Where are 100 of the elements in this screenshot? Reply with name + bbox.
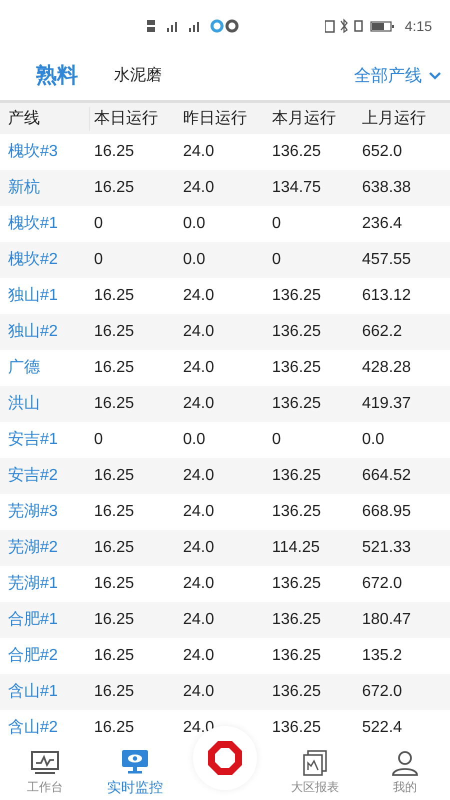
column-header: 产线 <box>0 106 90 130</box>
table-cell-text: 16.25 <box>93 322 136 342</box>
table-cell-text: 0 <box>271 214 282 234</box>
table-cell-text: 0.0 <box>182 214 206 234</box>
table-cell-text: 428.28 <box>361 358 412 378</box>
table-cell-text: 522.4 <box>361 718 404 738</box>
line-name-link[interactable]: 槐坎#2 <box>0 248 90 272</box>
table-cell-text: 24.0 <box>182 322 216 342</box>
table-cell-text: 16.25 <box>93 142 136 162</box>
table-cell-text: 613.12 <box>361 286 412 306</box>
line-name-link[interactable]: 独山#2 <box>0 320 90 344</box>
line-name-link[interactable]: 芜湖#2 <box>0 536 90 560</box>
table-cell-text: 24.0 <box>182 178 216 198</box>
table-cell-text: 16.25 <box>93 394 136 414</box>
table-cell-text: 136.25 <box>271 286 322 306</box>
table-cell-text: 672.0 <box>361 574 404 594</box>
table-cell-text: 114.25 <box>271 538 321 558</box>
table-cell-text: 0 <box>271 430 282 450</box>
line-name-link[interactable]: 槐坎#3 <box>0 140 90 164</box>
table-cell-text: 24.0 <box>182 286 216 306</box>
chevron-down-icon <box>428 71 442 81</box>
table-cell-text: 24.0 <box>182 646 216 666</box>
line-name-link[interactable]: 槐坎#1 <box>0 212 90 236</box>
table-cell-text: 0 <box>93 430 104 450</box>
monitor-chart-icon <box>30 750 60 776</box>
table-cell-text: 16.25 <box>93 574 136 594</box>
table-cell-text: 136.25 <box>271 574 322 594</box>
table-cell-text: 672.0 <box>361 682 404 702</box>
column-header: 本月运行 <box>271 108 337 128</box>
table-cell-text: 0 <box>93 214 104 234</box>
table-cell-text: 16.25 <box>93 466 136 486</box>
table-cell-text: 0 <box>93 250 104 270</box>
line-name-link[interactable]: 合肥#2 <box>0 644 90 668</box>
report-chart-icon <box>302 750 328 776</box>
table-cell-text: 16.25 <box>93 502 136 522</box>
category-tab[interactable]: 熟料 <box>36 60 78 92</box>
table-cell-text: 0 <box>271 250 282 270</box>
table-cell-text: 457.55 <box>361 250 412 270</box>
table-cell-text: 136.25 <box>271 610 322 630</box>
table-cell-text: 419.37 <box>361 394 412 414</box>
table-cell-text: 16.25 <box>93 646 136 666</box>
table-cell-text: 638.38 <box>361 178 412 198</box>
table-cell-text: 16.25 <box>93 718 136 738</box>
table-cell-text: 136.25 <box>271 142 322 162</box>
line-name-link[interactable]: 含山#2 <box>0 716 90 740</box>
line-name-link[interactable]: 含山#1 <box>0 680 90 704</box>
nav-tab[interactable]: 大区报表 <box>270 750 360 796</box>
line-name-link[interactable]: 安吉#2 <box>0 464 90 488</box>
octagon-logo-icon <box>207 740 243 776</box>
table-cell-text: 24.0 <box>182 574 216 594</box>
table-cell-text: 135.2 <box>361 646 404 666</box>
table-cell-text: 136.25 <box>271 682 322 702</box>
line-name-link[interactable]: 广德 <box>0 356 90 380</box>
table-cell-text: 521.33 <box>361 538 412 558</box>
signal-icon <box>188 22 199 32</box>
signal-icon <box>166 22 177 32</box>
column-header: 本日运行 <box>93 108 159 128</box>
nav-tab[interactable]: 实时监控 <box>90 748 180 798</box>
table-cell-text: 16.25 <box>93 682 136 702</box>
table-cell-text: 136.25 <box>271 322 322 342</box>
line-filter-dropdown[interactable]: 全部产线 <box>354 63 442 89</box>
user-icon <box>391 750 419 776</box>
app-ring-icon <box>210 20 224 32</box>
category-tab[interactable]: 水泥磨 <box>114 64 162 88</box>
table-cell-text: 136.25 <box>271 718 322 738</box>
nav-tab[interactable]: 我的 <box>360 750 450 796</box>
table-cell-text: 662.2 <box>361 322 404 342</box>
table-cell-text: 236.4 <box>361 214 404 234</box>
line-name-link[interactable]: 安吉#1 <box>0 428 90 452</box>
table-cell-text: 16.25 <box>93 610 136 630</box>
column-header: 上月运行 <box>361 108 427 128</box>
table-cell-text: 24.0 <box>182 502 216 522</box>
table-cell-text: 136.25 <box>271 358 322 378</box>
table-cell-text: 24.0 <box>182 682 216 702</box>
table-cell-text: 24.0 <box>182 358 216 378</box>
table-cell-text: 24.0 <box>182 610 216 630</box>
table-cell-text: 0.0 <box>182 430 206 450</box>
table-cell-text: 16.25 <box>93 286 136 306</box>
column-header: 昨日运行 <box>182 108 248 128</box>
table-cell-text: 180.47 <box>361 610 412 630</box>
line-name-link[interactable]: 新杭 <box>0 176 90 200</box>
line-name-link[interactable]: 芜湖#1 <box>0 572 90 596</box>
battery-icon <box>370 21 394 32</box>
bluetooth-icon <box>340 18 348 34</box>
line-name-link[interactable]: 合肥#1 <box>0 608 90 632</box>
table-cell-text: 0.0 <box>182 250 206 270</box>
table-cell-text: 136.25 <box>271 394 322 414</box>
table-cell-text: 24.0 <box>182 466 216 486</box>
nav-tab[interactable]: 工作台 <box>0 750 90 796</box>
eye-monitor-icon <box>121 748 149 774</box>
table-cell-text: 16.25 <box>93 178 136 198</box>
table-cell-text: 668.95 <box>361 502 412 522</box>
table-cell-text: 134.75 <box>271 178 322 198</box>
table-cell-text: 664.52 <box>361 466 412 486</box>
table-cell-text: 652.0 <box>361 142 404 162</box>
line-name-link[interactable]: 独山#1 <box>0 284 90 308</box>
table-cell-text: 24.0 <box>182 538 216 558</box>
table-cell-text: 16.25 <box>93 538 136 558</box>
line-name-link[interactable]: 洪山 <box>0 392 90 416</box>
line-name-link[interactable]: 芜湖#3 <box>0 500 90 524</box>
